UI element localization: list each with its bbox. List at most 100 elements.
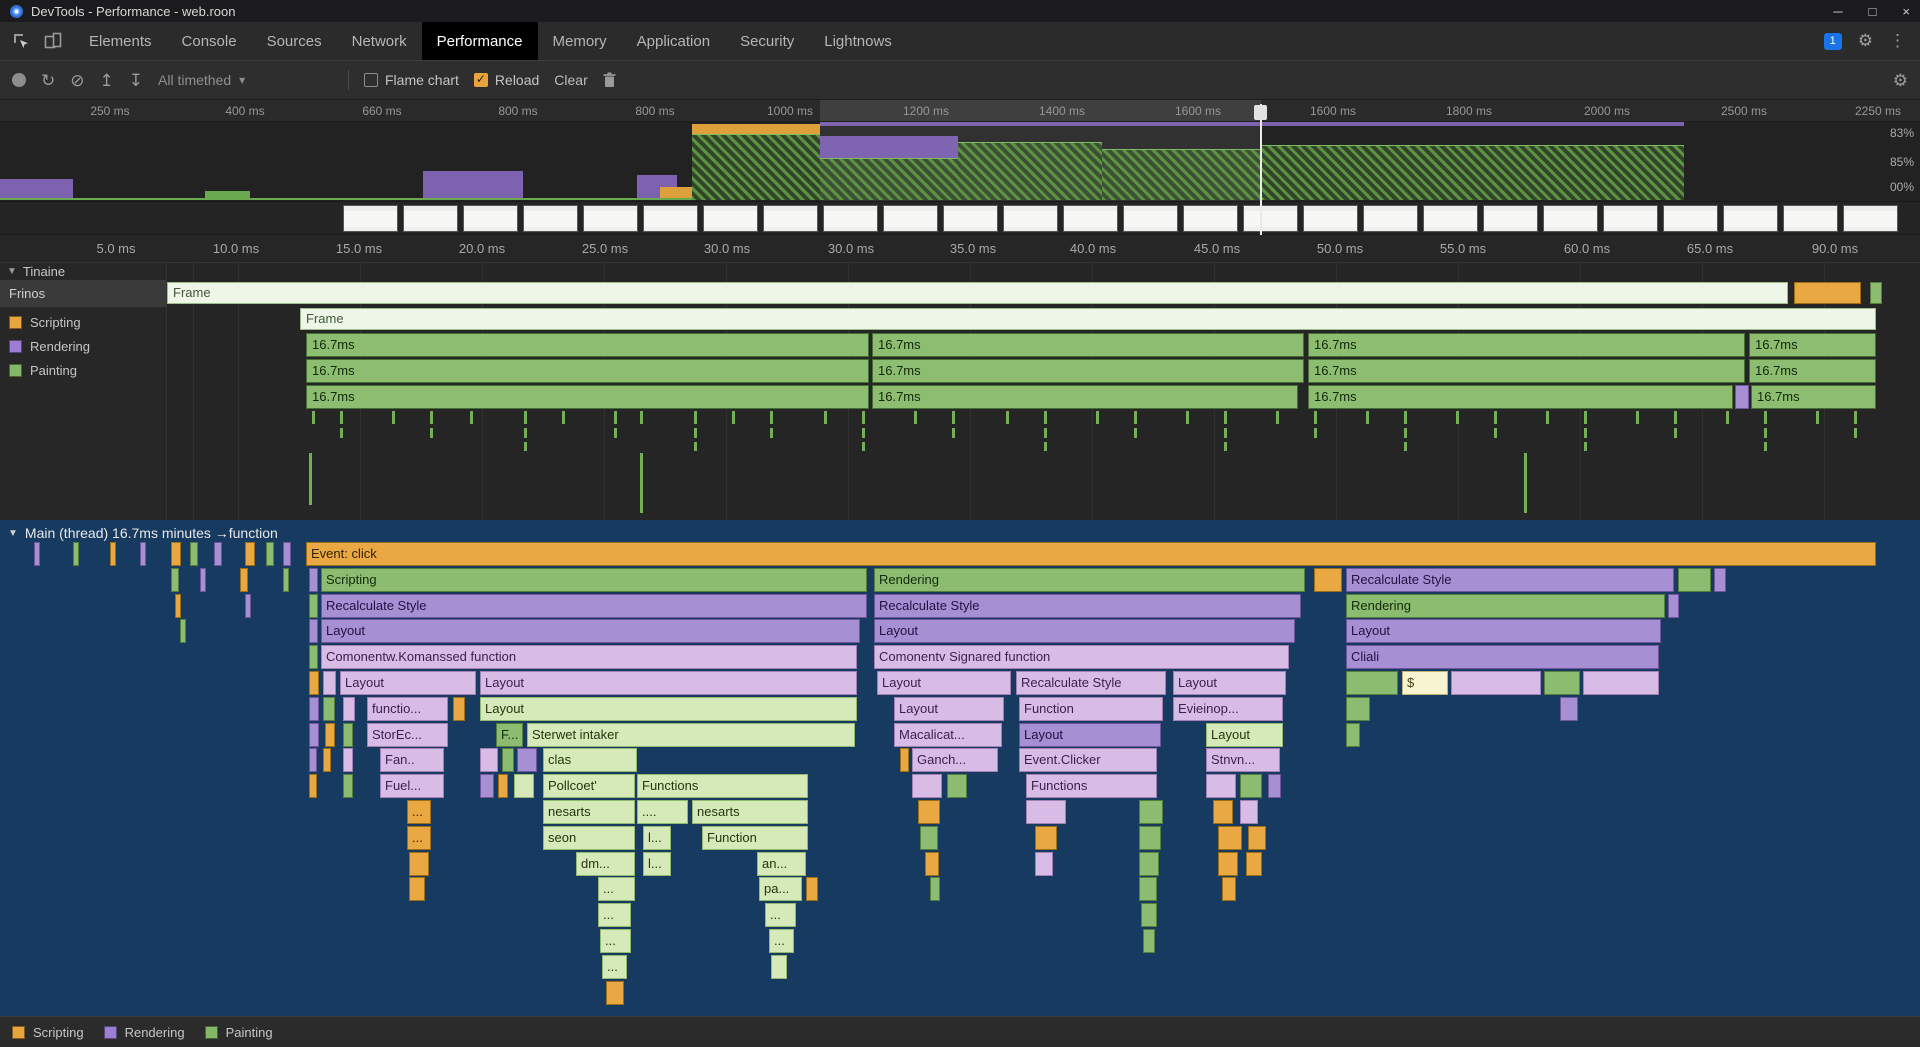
tab-memory[interactable]: Memory xyxy=(538,22,622,60)
minimize-icon[interactable]: ─ xyxy=(1833,4,1842,19)
flame-fragment[interactable] xyxy=(1139,852,1159,876)
frame-bar[interactable]: Frame xyxy=(300,308,1876,330)
reload-checkbox[interactable] xyxy=(474,73,488,87)
flame-bar[interactable]: Recalculate Style xyxy=(874,594,1301,618)
flame-fragment[interactable] xyxy=(343,748,353,772)
flame-bar[interactable]: dm... xyxy=(576,852,635,876)
timeline-track-header[interactable]: ▼ Tinaine xyxy=(0,263,166,280)
flame-fragment[interactable] xyxy=(409,877,425,901)
flame-fragment[interactable] xyxy=(1139,877,1157,901)
flame-fragment[interactable] xyxy=(283,568,289,592)
ruler-top[interactable]: 250 ms400 ms660 ms800 ms800 ms1000 ms120… xyxy=(0,100,1920,122)
flame-fragment[interactable] xyxy=(1218,826,1242,850)
flame-bar[interactable]: ... xyxy=(769,929,794,953)
frame-duration-bar[interactable]: 16.7ms xyxy=(872,359,1304,383)
inspect-icon[interactable] xyxy=(12,32,30,50)
filmstrip-thumbnail[interactable] xyxy=(1243,205,1298,232)
flame-fragment[interactable] xyxy=(1346,671,1398,695)
flame-fragment[interactable] xyxy=(1248,826,1266,850)
flame-fragment[interactable] xyxy=(409,852,429,876)
tab-elements[interactable]: Elements xyxy=(74,22,167,60)
flame-bar[interactable]: Recalculate Style xyxy=(1016,671,1166,695)
filmstrip-thumbnail[interactable] xyxy=(1603,205,1658,232)
flame-fragment[interactable] xyxy=(1206,774,1236,798)
flame-fragment[interactable] xyxy=(309,645,318,669)
filmstrip-thumbnail[interactable] xyxy=(763,205,818,232)
filmstrip-thumbnail[interactable] xyxy=(403,205,458,232)
close-icon[interactable]: × xyxy=(1902,4,1910,19)
flame-fragment[interactable] xyxy=(1035,826,1057,850)
flame-bar[interactable]: ... xyxy=(598,903,631,927)
flame-fragment[interactable] xyxy=(323,748,331,772)
frame-duration-bar[interactable]: 16.7ms xyxy=(306,333,869,357)
flame-fragment[interactable] xyxy=(1141,903,1157,927)
flame-fragment[interactable] xyxy=(480,748,498,772)
flame-bar[interactable]: Layout xyxy=(877,671,1011,695)
flame-fragment[interactable] xyxy=(1143,929,1155,953)
flame-fragment[interactable] xyxy=(309,568,318,592)
flame-fragment[interactable] xyxy=(140,542,146,566)
flame-fragment[interactable] xyxy=(171,542,181,566)
flame-fragment[interactable] xyxy=(480,774,494,798)
flame-fragment[interactable] xyxy=(1026,800,1066,824)
flame-bar[interactable]: Evieinop... xyxy=(1173,697,1283,721)
tab-console[interactable]: Console xyxy=(167,22,252,60)
flame-bar[interactable]: Layout xyxy=(1206,723,1283,747)
frame-duration-bar[interactable]: 16.7ms xyxy=(1308,359,1745,383)
flame-bar[interactable]: Functions xyxy=(637,774,808,798)
frame-duration-bar[interactable]: 16.7ms xyxy=(1308,385,1733,409)
flame-fragment[interactable] xyxy=(1451,671,1541,695)
flame-fragment[interactable] xyxy=(900,748,909,772)
flame-bar[interactable]: Layout xyxy=(894,697,1004,721)
flame-bar[interactable]: Layout xyxy=(874,619,1295,643)
trash-icon[interactable] xyxy=(603,72,616,88)
flame-bar[interactable]: $ xyxy=(1402,671,1448,695)
flame-fragment[interactable] xyxy=(771,955,787,979)
flame-fragment[interactable] xyxy=(1240,800,1258,824)
flame-fragment[interactable] xyxy=(323,697,335,721)
flame-fragment[interactable] xyxy=(309,748,317,772)
console-drawer-badge[interactable]: 1 xyxy=(1824,33,1842,50)
flame-fragment[interactable] xyxy=(806,877,818,901)
filmstrip-thumbnail[interactable] xyxy=(523,205,578,232)
flame-bar[interactable]: Comonentw.Komanssed function xyxy=(321,645,857,669)
flame-fragment[interactable] xyxy=(180,619,186,643)
flame-fragment[interactable] xyxy=(1346,697,1370,721)
flame-bar[interactable]: ... xyxy=(598,877,635,901)
flame-fragment[interactable] xyxy=(1218,852,1238,876)
gear-icon[interactable]: ⚙ xyxy=(1893,72,1908,89)
save-profile-icon[interactable]: ↧ xyxy=(129,72,143,89)
main-thread-header[interactable]: ▼ Main (thread) 16.7ms minutes →function xyxy=(8,525,278,541)
flame-fragment[interactable] xyxy=(1035,852,1053,876)
kebab-menu-icon[interactable]: ⋮ xyxy=(1889,31,1906,51)
flame-fragment[interactable] xyxy=(920,826,938,850)
filmstrip-thumbnail[interactable] xyxy=(343,205,398,232)
filmstrip-thumbnail[interactable] xyxy=(583,205,638,232)
flame-fragment[interactable] xyxy=(245,594,251,618)
frame-duration-bar[interactable]: 16.7ms xyxy=(872,333,1304,357)
flame-bar[interactable]: an... xyxy=(757,852,806,876)
frame-bar[interactable]: Frame xyxy=(167,282,1788,304)
clear-block-icon[interactable]: ⊘ xyxy=(70,72,84,89)
flame-fragment[interactable] xyxy=(1314,568,1342,592)
flame-bar[interactable]: pa... xyxy=(759,877,802,901)
filmstrip-thumbnail[interactable] xyxy=(1483,205,1538,232)
flame-fragment[interactable] xyxy=(1544,671,1580,695)
flame-fragment[interactable] xyxy=(502,748,514,772)
tab-security[interactable]: Security xyxy=(725,22,809,60)
filmstrip-thumbnail[interactable] xyxy=(1783,205,1838,232)
flame-bar[interactable]: .... xyxy=(637,800,688,824)
maximize-icon[interactable]: □ xyxy=(1869,4,1877,19)
filmstrip-thumbnail[interactable] xyxy=(703,205,758,232)
frames-track-header[interactable]: Frinos xyxy=(0,280,166,307)
flame-fragment[interactable] xyxy=(240,568,248,592)
flame-bar[interactable]: Cliali xyxy=(1346,645,1659,669)
flame-fragment[interactable] xyxy=(200,568,206,592)
cpu-overview[interactable]: 83%85%00% xyxy=(0,122,1920,202)
filmstrip-thumbnail[interactable] xyxy=(823,205,878,232)
flame-fragment[interactable] xyxy=(453,697,465,721)
main-flame-chart[interactable]: ▼ Main (thread) 16.7ms minutes →function… xyxy=(0,520,1920,1016)
frame-duration-bar[interactable]: 16.7ms xyxy=(1308,333,1745,357)
filmstrip-thumbnail[interactable] xyxy=(1123,205,1178,232)
flame-fragment[interactable] xyxy=(930,877,940,901)
